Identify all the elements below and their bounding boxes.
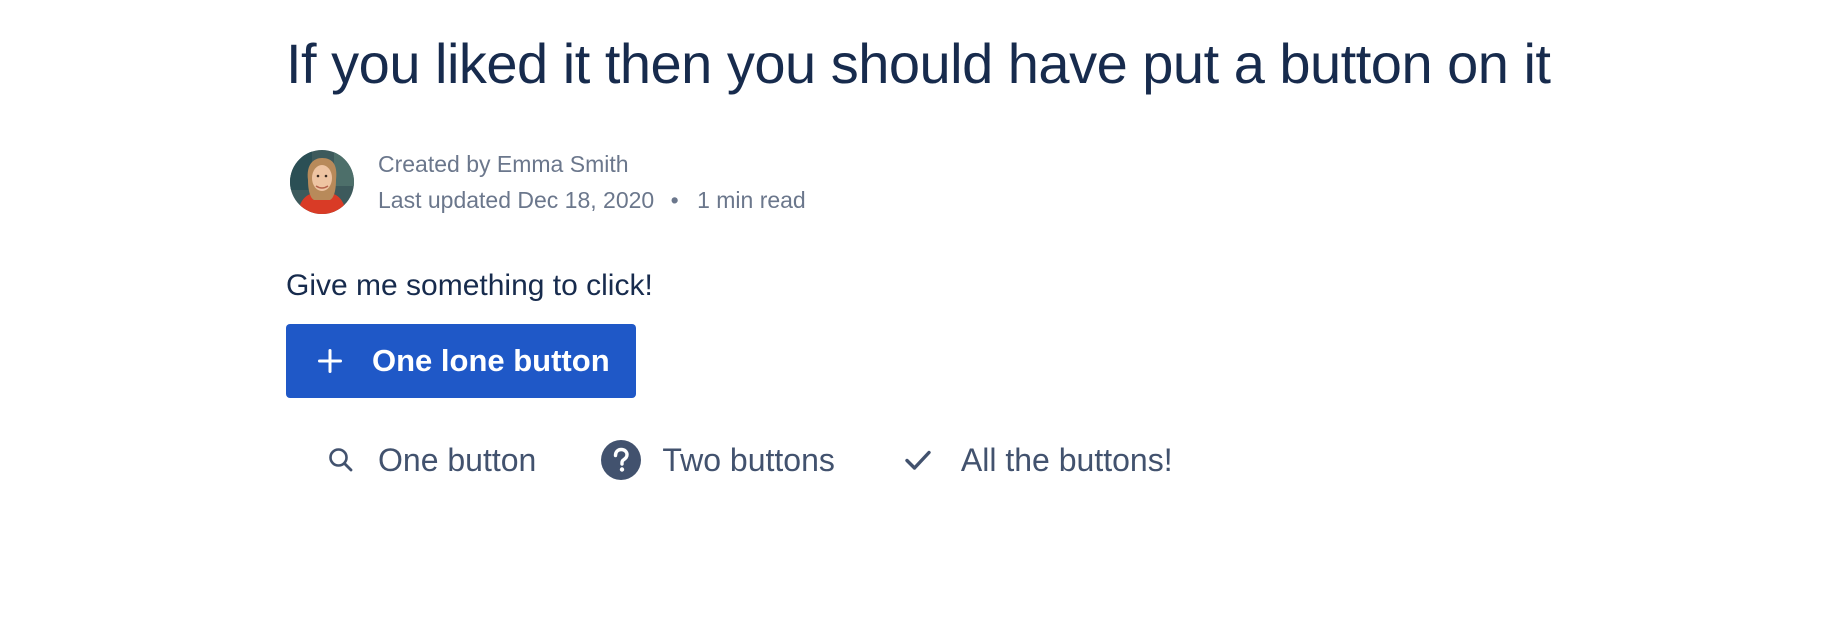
updated-line: Last updated Dec 18, 2020 • 1 min read: [378, 182, 806, 218]
byline: Created by Emma Smith Last updated Dec 1…: [290, 146, 806, 218]
last-updated-text: Last updated Dec 18, 2020: [378, 187, 655, 213]
one-button[interactable]: One button: [326, 442, 536, 479]
two-buttons-label: Two buttons: [662, 441, 835, 478]
question-circle-icon: [601, 440, 642, 480]
page-title: If you liked it then you should have put…: [286, 32, 1551, 95]
all-the-buttons[interactable]: All the buttons!: [903, 442, 1173, 479]
two-buttons[interactable]: Two buttons: [600, 439, 835, 481]
button-link-row: One button Two buttons All the buttons!: [326, 434, 1173, 486]
one-lone-button[interactable]: One lone button: [286, 324, 636, 398]
confluence-page: If you liked it then you should have put…: [0, 0, 1824, 620]
created-by-line: Created by Emma Smith: [378, 146, 806, 182]
created-by-text: Created by Emma Smith: [378, 151, 629, 177]
one-button-label: One button: [378, 441, 537, 478]
separator-dot: •: [670, 187, 679, 213]
intro-paragraph: Give me something to click!: [286, 269, 653, 302]
plus-icon: [318, 349, 342, 373]
check-icon: [905, 450, 931, 470]
one-lone-button-label: One lone button: [372, 343, 610, 378]
author-avatar[interactable]: [290, 150, 354, 214]
all-the-buttons-label: All the buttons!: [960, 441, 1173, 478]
byline-meta: Created by Emma Smith Last updated Dec 1…: [378, 146, 806, 218]
avatar-photo-icon: [290, 150, 354, 214]
read-time-text: 1 min read: [697, 187, 806, 213]
search-icon: [329, 448, 353, 472]
